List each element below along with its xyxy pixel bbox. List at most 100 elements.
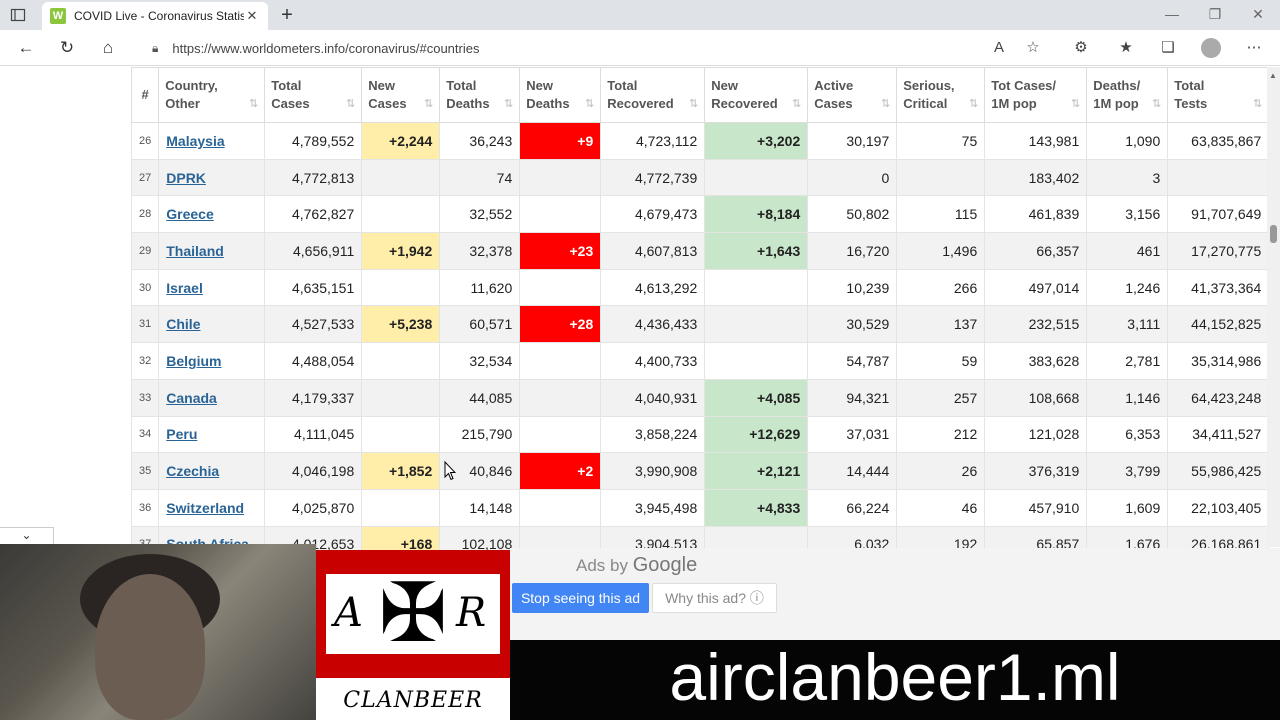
collections-icon[interactable]: ❏ xyxy=(1158,38,1178,58)
site-url-overlay: airclanbeer1.ml xyxy=(510,640,1280,720)
cell-deaths-1m: 1,246 xyxy=(1086,268,1169,307)
google-brand-text: Google xyxy=(632,554,698,576)
collapse-chevron-icon[interactable]: ⌄ xyxy=(0,527,54,545)
cell-total-deaths: 32,534 xyxy=(439,342,521,380)
extensions-icon[interactable]: ⚙ xyxy=(1071,38,1091,58)
column-header[interactable]: Active Cases ⇅ xyxy=(807,67,898,123)
column-header[interactable]: Total Recovered ⇅ xyxy=(600,67,706,123)
country-link[interactable]: Czechia xyxy=(166,463,219,479)
country-link[interactable]: Greece xyxy=(166,206,213,222)
column-header[interactable]: New Recovered ⇅ xyxy=(704,67,809,123)
cell-tests: 17,270,775 xyxy=(1167,232,1270,270)
country-link[interactable]: Malaysia xyxy=(166,133,224,149)
tab-close-icon[interactable]: ✕ xyxy=(244,8,260,24)
cell-cases-1m: 183,402 xyxy=(984,158,1088,197)
scroll-up-icon[interactable]: ▲ xyxy=(1269,71,1277,80)
column-header[interactable]: Country, Other ⇅ xyxy=(158,67,266,123)
country-link[interactable]: Israel xyxy=(166,280,203,296)
cell-total-cases: 4,762,827 xyxy=(264,195,363,234)
add-favorite-icon[interactable]: ☆ xyxy=(1023,38,1043,58)
webcam-person-face xyxy=(95,574,205,720)
country-link[interactable]: Switzerland xyxy=(166,500,244,516)
cell-new-recovered: +3,202 xyxy=(704,122,809,160)
column-header[interactable]: Deaths/1M pop ⇅ xyxy=(1086,67,1169,123)
browser-tab-active[interactable]: W COVID Live - Coronavirus Statisti ✕ xyxy=(42,2,268,30)
column-header[interactable]: Total Tests ⇅ xyxy=(1167,67,1270,123)
page-scrollbar[interactable]: ▲ xyxy=(1267,67,1280,547)
cell-active: 10,239 xyxy=(807,268,898,307)
cell-tests: 22,103,405 xyxy=(1167,488,1270,527)
cell-total-recovered: 4,040,931 xyxy=(600,378,706,417)
country-link[interactable]: Chile xyxy=(166,316,200,332)
back-icon[interactable]: ← xyxy=(16,38,36,58)
lock-icon[interactable]: 🔒︎ xyxy=(152,41,158,56)
new-tab-icon[interactable]: + xyxy=(276,4,298,27)
cell-active: 66,224 xyxy=(807,488,898,527)
sort-arrows-icon[interactable]: ⇅ xyxy=(969,95,978,113)
cell-active: 30,529 xyxy=(807,305,898,344)
country-link[interactable]: DPRK xyxy=(166,170,206,186)
tab-actions-icon[interactable] xyxy=(10,7,32,23)
sort-arrows-icon[interactable]: ⇅ xyxy=(689,95,698,113)
banner-bottom-text: CLANBEER xyxy=(316,678,510,720)
sort-arrows-icon[interactable]: ⇅ xyxy=(249,95,258,113)
column-header[interactable]: New Deaths ⇅ xyxy=(519,67,602,123)
browser-tabbar: W COVID Live - Coronavirus Statisti ✕ + … xyxy=(0,0,1280,30)
stop-seeing-ad-button[interactable]: Stop seeing this ad xyxy=(512,583,649,613)
sort-arrows-icon[interactable]: ⇅ xyxy=(585,95,594,113)
column-header[interactable]: Total Deaths ⇅ xyxy=(439,67,521,123)
cell-new-cases xyxy=(361,195,441,234)
profile-avatar[interactable] xyxy=(1201,38,1221,58)
column-header[interactable]: Tot Cases/1M pop ⇅ xyxy=(984,67,1088,123)
table-row: 30 Israel 4,635,151 11,620 4,613,292 10,239 26… xyxy=(130,268,1270,307)
cell-new-cases xyxy=(361,342,441,380)
cell-total-cases: 4,179,337 xyxy=(264,378,363,417)
cell-new-deaths xyxy=(519,415,602,454)
sort-arrows-icon[interactable]: ⇅ xyxy=(424,95,433,113)
home-icon[interactable]: ⌂ xyxy=(98,38,118,58)
scrollbar-thumb[interactable] xyxy=(1270,225,1277,243)
table-row: 35 Czechia 4,046,198 +1,852 40,846 +2 3,990,90… xyxy=(130,452,1270,490)
country-link[interactable]: Peru xyxy=(166,426,197,442)
cell-country: Switzerland xyxy=(158,488,266,527)
minimize-icon[interactable]: — xyxy=(1162,6,1182,22)
column-header[interactable]: Serious, Critical ⇅ xyxy=(896,67,986,123)
browser-toolbar: ← ↻ ⌂ 🔒︎ https://www.worldometers.info/c… xyxy=(0,30,1280,66)
address-bar[interactable]: 🔒︎ https://www.worldometers.info/coronav… xyxy=(140,33,1065,63)
read-aloud-icon[interactable]: A xyxy=(989,38,1009,58)
cell-active: 16,720 xyxy=(807,232,898,270)
sort-arrows-icon[interactable]: ⇅ xyxy=(346,95,355,113)
cell-country: Malaysia xyxy=(158,122,266,160)
favorites-icon[interactable]: ★ xyxy=(1116,38,1136,58)
maximize-icon[interactable]: ❐ xyxy=(1205,6,1225,23)
country-link[interactable]: Canada xyxy=(166,390,217,406)
country-link[interactable]: Thailand xyxy=(166,243,224,259)
more-menu-icon[interactable]: ⋯ xyxy=(1244,38,1264,58)
cell-total-cases: 4,111,045 xyxy=(264,415,363,454)
cell-n: 28 xyxy=(130,195,160,234)
sort-arrows-icon[interactable]: ⇅ xyxy=(881,95,890,113)
column-header-line1: Active xyxy=(814,78,854,93)
column-header[interactable]: # xyxy=(130,67,160,123)
cell-active: 50,802 xyxy=(807,195,898,234)
refresh-icon[interactable]: ↻ xyxy=(57,38,77,58)
cell-tests: 55,986,425 xyxy=(1167,452,1270,490)
column-header[interactable]: Total Cases ⇅ xyxy=(264,67,363,123)
cell-total-deaths: 60,571 xyxy=(439,305,521,344)
sort-arrows-icon[interactable]: ⇅ xyxy=(504,95,513,113)
sort-arrows-icon[interactable]: ⇅ xyxy=(792,95,801,113)
cell-total-cases: 4,789,552 xyxy=(264,122,363,160)
sort-arrows-icon[interactable]: ⇅ xyxy=(1071,95,1080,113)
cell-active: 94,321 xyxy=(807,378,898,417)
window-close-icon[interactable]: ✕ xyxy=(1248,6,1268,23)
sort-arrows-icon[interactable]: ⇅ xyxy=(1152,95,1161,113)
column-header-line2: Critical xyxy=(903,96,948,111)
column-header[interactable]: New Cases ⇅ xyxy=(361,67,441,123)
sort-arrows-icon[interactable]: ⇅ xyxy=(1253,95,1262,113)
cell-serious: 26 xyxy=(896,452,986,490)
cell-cases-1m: 108,668 xyxy=(984,378,1088,417)
why-this-ad-button[interactable]: Why this ad? ⓘ xyxy=(652,583,777,613)
country-link[interactable]: Belgium xyxy=(166,353,221,369)
cell-total-cases: 4,025,870 xyxy=(264,488,363,527)
cell-n: 26 xyxy=(130,122,160,160)
